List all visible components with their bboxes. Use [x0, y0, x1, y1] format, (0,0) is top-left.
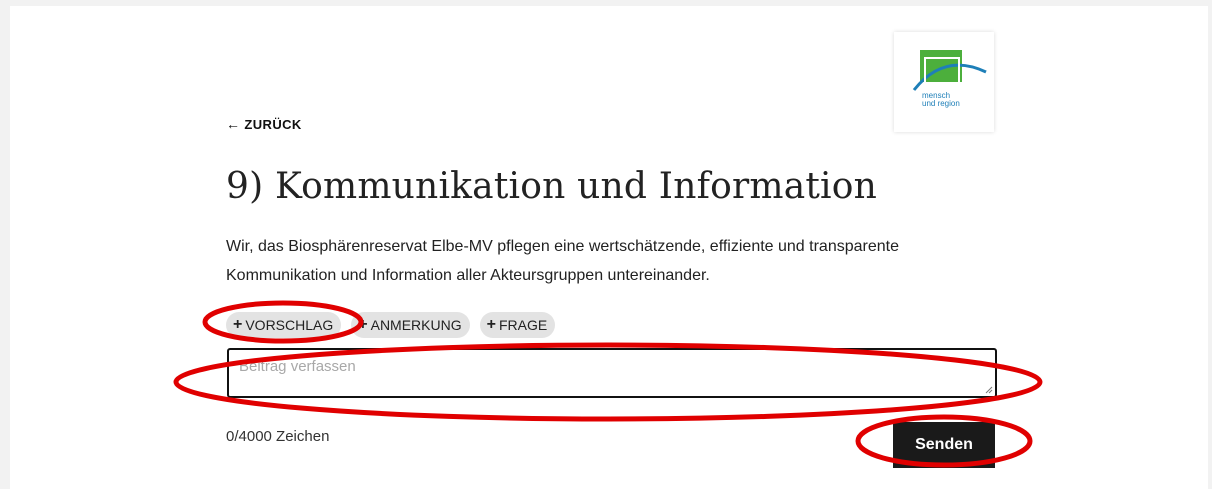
page-description: Wir, das Biosphärenreservat Elbe-MV pfle… — [226, 238, 899, 284]
chip-frage-label: FRAGE — [498, 317, 548, 333]
logo-text: mensch und region — [922, 92, 960, 108]
chip-frage[interactable]: + FRAGE — [479, 312, 556, 338]
contribution-type-chips: + VORSCHLAG + ANMERKUNG + FRAGE — [226, 312, 556, 338]
chip-anmerkung-label: ANMERKUNG — [370, 317, 462, 333]
send-button[interactable]: Senden — [893, 422, 995, 468]
post-textarea-wrapper — [227, 348, 997, 398]
plus-icon: + — [233, 316, 243, 333]
mensch-und-region-logo: mensch und region — [894, 32, 994, 132]
resize-handle-icon[interactable] — [985, 386, 993, 394]
chip-vorschlag[interactable]: + VORSCHLAG — [226, 312, 342, 338]
back-link[interactable]: ← ZURÜCK — [226, 116, 302, 132]
plus-icon: + — [358, 316, 368, 333]
chip-anmerkung[interactable]: + ANMERKUNG — [351, 312, 470, 338]
post-textarea[interactable] — [229, 350, 995, 396]
character-counter: 0/4000 Zeichen — [226, 428, 330, 445]
logo-text-line2: und region — [922, 99, 960, 108]
chip-vorschlag-label: VORSCHLAG — [245, 317, 334, 333]
page-title: 9) Kommunikation und Information — [226, 166, 878, 207]
page-container: mensch und region ← ZURÜCK 9) Kommunikat… — [10, 6, 1208, 489]
logo-graphic — [912, 50, 987, 93]
plus-icon: + — [486, 316, 496, 333]
arrow-left-icon: ← — [226, 116, 241, 132]
back-link-label: ZURÜCK — [244, 116, 302, 132]
